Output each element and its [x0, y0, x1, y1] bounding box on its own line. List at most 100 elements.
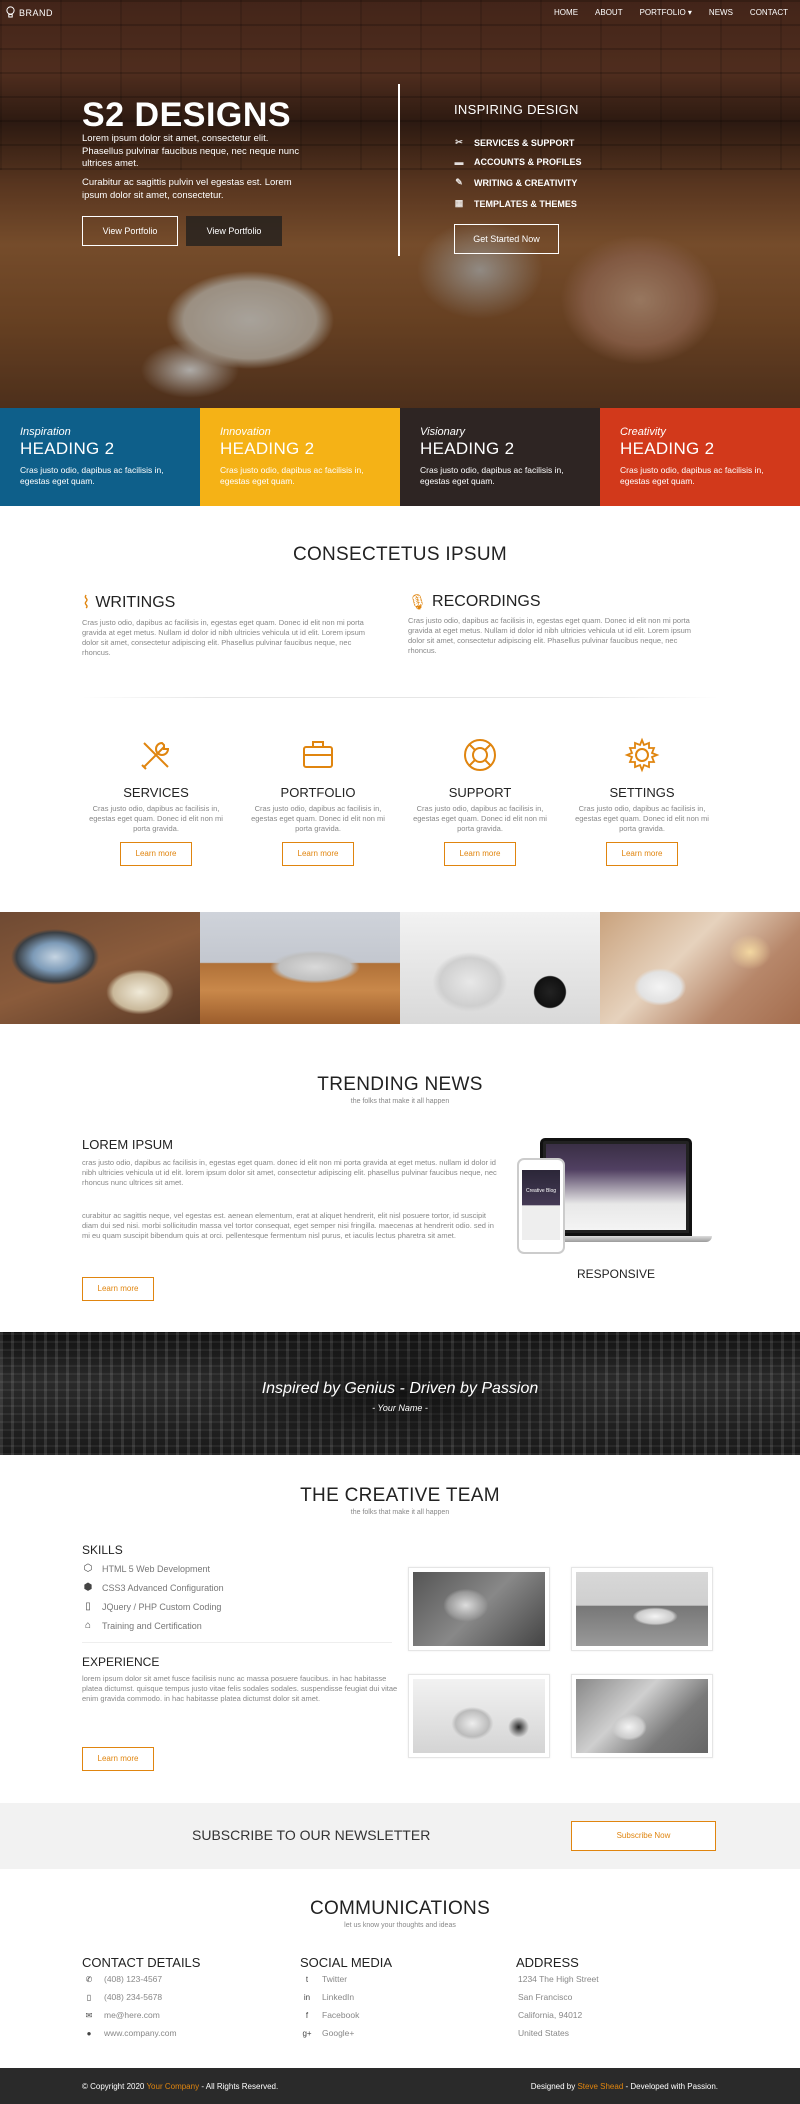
- contact-value: (408) 123-4567: [104, 1974, 163, 1984]
- lightbulb-icon: [6, 6, 15, 20]
- divider: [82, 1642, 392, 1643]
- social-facebook[interactable]: f Facebook: [302, 2010, 359, 2020]
- social-media-title: SOCIAL MEDIA: [300, 1955, 392, 1970]
- team-thumb[interactable]: [408, 1567, 550, 1651]
- team-thumb[interactable]: [408, 1674, 550, 1758]
- linkedin-icon: in: [303, 1992, 311, 2002]
- view-portfolio-button[interactable]: View Portfolio: [82, 216, 178, 246]
- photo-desk-glasses: [200, 912, 400, 1024]
- news-paragraph-2: curabitur ac sagittis neque, vel egestas…: [82, 1211, 494, 1240]
- section-subtitle-trending: the folks that make it all happen: [350, 1098, 450, 1105]
- social-label: LinkedIn: [322, 1992, 355, 2002]
- developed-text: - Developed with Passion.: [625, 2082, 719, 2091]
- tools-icon: ✂: [455, 137, 463, 147]
- team-thumb[interactable]: [571, 1567, 713, 1651]
- news-paragraph-1: cras justo odio, dapibus ac facilisis in…: [82, 1158, 497, 1187]
- nav-portfolio-dropdown[interactable]: PORTFOLIO ▾: [640, 8, 692, 17]
- brand[interactable]: BRAND: [6, 6, 53, 20]
- service-settings: SETTINGS Cras justo odio, dapibus ac fac…: [567, 735, 717, 834]
- learn-more-support-button[interactable]: Learn more: [444, 842, 516, 866]
- writings-text: Cras justo odio, dapibus ac facilisis in…: [82, 618, 366, 657]
- skills-title: SKILLS: [82, 1543, 123, 1557]
- phone-mockup: Creative Blog: [517, 1158, 565, 1254]
- nav-news[interactable]: NEWS: [709, 8, 733, 17]
- box-text: Cras justo odio, dapibus ac facilisis in…: [220, 465, 364, 486]
- writings-block: ⌇ WRITINGS Cras justo odio, dapibus ac f…: [82, 593, 382, 658]
- recordings-text: Cras justo odio, dapibus ac facilisis in…: [408, 616, 692, 655]
- learn-more-experience-button[interactable]: Learn more: [82, 1747, 154, 1771]
- social-label: Facebook: [322, 2010, 360, 2020]
- service-title: PORTFOLIO: [280, 785, 356, 800]
- section-title-consectetus: CONSECTETUS IPSUM: [292, 544, 508, 565]
- feature-box-inspiration: Inspiration HEADING 2 Cras justo odio, d…: [0, 408, 200, 506]
- company-link[interactable]: Your Company: [146, 2082, 199, 2091]
- contact-phone-1[interactable]: ✆ (408) 123-4567: [84, 1974, 163, 1984]
- mobile-icon: ▯: [86, 1992, 92, 2002]
- social-linkedin[interactable]: in LinkedIn: [302, 1992, 354, 2002]
- google-plus-icon: g+: [302, 2028, 312, 2038]
- designed-by-text: Designed by: [530, 2082, 576, 2091]
- navbar: BRAND HOME ABOUT PORTFOLIO ▾ NEWS CONTAC…: [0, 0, 800, 28]
- nav-home[interactable]: HOME: [554, 8, 578, 17]
- newsletter-title: SUBSCRIBE TO OUR NEWSLETTER: [192, 1827, 431, 1843]
- section-subtitle-communications: let us know your thoughts and ideas: [344, 1922, 456, 1929]
- address-line: 1234 The High Street: [518, 1974, 599, 1984]
- subscribe-button[interactable]: Subscribe Now: [571, 1821, 716, 1851]
- skill-label: CSS3 Advanced Configuration: [102, 1582, 224, 1593]
- nav-contact[interactable]: CONTACT: [750, 8, 788, 17]
- box-heading: HEADING 2: [620, 439, 715, 458]
- address-line: San Francisco: [518, 1992, 573, 2002]
- service-support: SUPPORT Cras justo odio, dapibus ac faci…: [405, 735, 555, 834]
- learn-more-news-button[interactable]: Learn more: [82, 1277, 154, 1301]
- social-label: Google+: [322, 2028, 355, 2038]
- team-thumb[interactable]: [571, 1674, 713, 1758]
- file-icon: ▯: [85, 1601, 91, 1612]
- view-portfolio-button-2[interactable]: View Portfolio: [186, 216, 282, 246]
- newsletter-section: SUBSCRIBE TO OUR NEWSLETTER Subscribe No…: [0, 1803, 800, 1869]
- feature-templates-themes: ▦ TEMPLATES & THEMES: [454, 198, 577, 209]
- recordings-block: 🎙 RECORDINGS Cras justo odio, dapibus ac…: [408, 593, 708, 656]
- experience-title: EXPERIENCE: [82, 1655, 160, 1669]
- contact-phone-2[interactable]: ▯ (408) 234-5678: [84, 1992, 162, 2002]
- copyright-text: © Copyright 2020: [82, 2082, 145, 2091]
- learn-more-settings-button[interactable]: Learn more: [606, 842, 678, 866]
- wrench-icon: [81, 735, 231, 775]
- globe-icon: ●: [86, 2028, 92, 2038]
- rights-text: - All Rights Reserved.: [201, 2082, 279, 2091]
- photo-laptop-notebook: [0, 912, 200, 1024]
- feature-writing-creativity: ✎ WRITING & CREATIVITY: [454, 177, 577, 188]
- writings-label: WRITINGS: [95, 594, 176, 611]
- feature-services-support: ✂ SERVICES & SUPPORT: [454, 137, 574, 148]
- banner-quote: Inspired by Genius - Driven by Passion: [261, 1380, 539, 1397]
- footer: © Copyright 2020 Your Company - All Righ…: [0, 2068, 800, 2104]
- skill-item: ▯ JQuery / PHP Custom Coding: [82, 1601, 221, 1612]
- social-twitter[interactable]: t Twitter: [302, 1974, 347, 1984]
- nav-about[interactable]: ABOUT: [595, 8, 623, 17]
- facebook-icon: f: [305, 2010, 309, 2020]
- skill-label: JQuery / PHP Custom Coding: [102, 1601, 222, 1612]
- section-title-team: THE CREATIVE TEAM: [300, 1485, 500, 1506]
- news-heading: LOREM IPSUM: [82, 1137, 174, 1152]
- box-kicker: Visionary: [420, 426, 466, 438]
- footer-credits: Designed by Steve Shead - Developed with…: [531, 2082, 718, 2091]
- feature-label: TEMPLATES & THEMES: [474, 198, 577, 209]
- photo-desk-flatlay: [600, 912, 800, 1024]
- contact-website[interactable]: ● www.company.com: [84, 2028, 177, 2038]
- box-heading: HEADING 2: [220, 439, 315, 458]
- social-googleplus[interactable]: g+ Google+: [302, 2028, 354, 2038]
- responsive-label: RESPONSIVE: [576, 1267, 656, 1281]
- box-kicker: Inspiration: [20, 426, 71, 438]
- hero-text-2: Curabitur ac sagittis pulvin vel egestas…: [82, 177, 292, 201]
- designer-link[interactable]: Steve Shead: [577, 2082, 623, 2091]
- divider: [82, 697, 718, 698]
- box-kicker: Creativity: [620, 426, 666, 438]
- contact-email[interactable]: ✉ me@here.com: [84, 2010, 160, 2020]
- box-text: Cras justo odio, dapibus ac facilisis in…: [420, 465, 564, 486]
- skill-item: ⌂ Training and Certification: [82, 1620, 202, 1631]
- feature-box-creativity: Creativity HEADING 2 Cras justo odio, da…: [600, 408, 800, 506]
- get-started-button[interactable]: Get Started Now: [454, 224, 559, 254]
- learn-more-portfolio-button[interactable]: Learn more: [282, 842, 354, 866]
- learn-more-services-button[interactable]: Learn more: [120, 842, 192, 866]
- service-title: SUPPORT: [448, 785, 512, 800]
- box-text: Cras justo odio, dapibus ac facilisis in…: [20, 465, 164, 486]
